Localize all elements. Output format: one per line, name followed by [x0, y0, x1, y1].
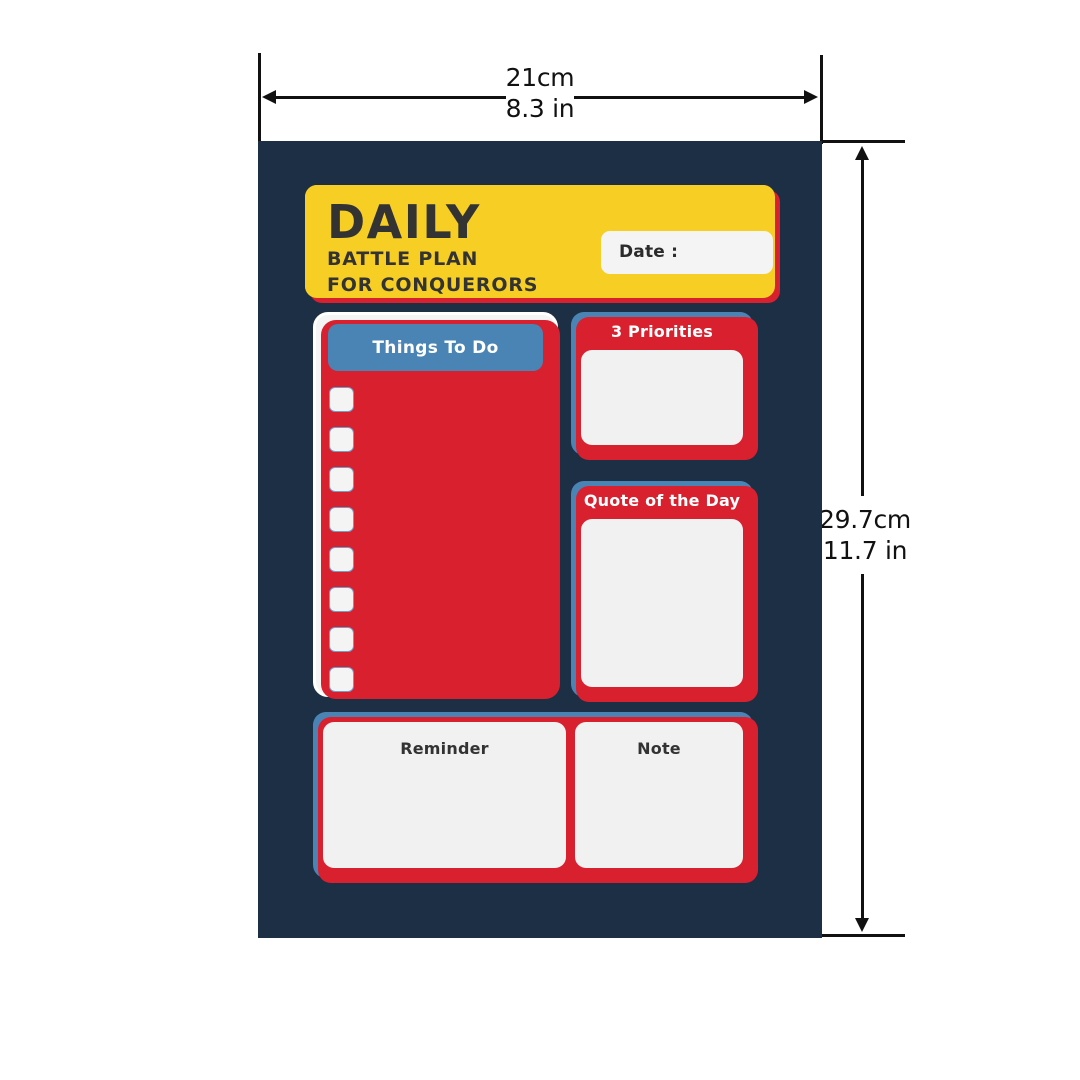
width-dimension-label: 21cm 8.3 in	[440, 62, 640, 124]
quote-of-the-day-card: Quote of the Day	[571, 481, 758, 702]
reminder-heading: Reminder	[400, 739, 489, 758]
quote-of-the-day-input[interactable]	[581, 519, 743, 687]
list-item[interactable]	[329, 539, 549, 579]
arrow-shaft-top	[861, 154, 864, 496]
checkbox-icon[interactable]	[329, 426, 354, 452]
reminder-input[interactable]: Reminder	[323, 722, 566, 868]
list-item[interactable]	[329, 659, 549, 699]
list-item[interactable]	[329, 379, 549, 419]
page-title-block: DAILY BATTLE PLAN FOR CONQUERORS	[327, 198, 538, 298]
quote-of-the-day-heading: Quote of the Day	[583, 491, 741, 510]
list-item[interactable]	[329, 459, 549, 499]
list-item[interactable]	[329, 419, 549, 459]
things-to-do-card: Things To Do	[313, 312, 560, 699]
list-item[interactable]	[329, 499, 549, 539]
priorities-input[interactable]	[581, 350, 743, 445]
reminder-note-container: Reminder Note	[313, 712, 758, 883]
list-item[interactable]	[329, 579, 549, 619]
arrow-head-down-icon	[855, 918, 869, 932]
dimension-extension-line-left	[258, 53, 261, 148]
header-banner: DAILY BATTLE PLAN FOR CONQUERORS Date :	[305, 185, 780, 303]
page-subtitle-1: BATTLE PLAN	[327, 248, 479, 270]
planner-page: DAILY BATTLE PLAN FOR CONQUERORS Date : …	[258, 141, 822, 938]
width-in-value: 8.3 in	[505, 94, 575, 123]
list-item[interactable]	[329, 619, 549, 659]
checkbox-icon[interactable]	[329, 546, 354, 572]
checkbox-icon[interactable]	[329, 626, 354, 652]
things-to-do-heading: Things To Do	[372, 337, 499, 358]
width-cm-value: 21cm	[505, 63, 575, 92]
note-heading: Note	[637, 739, 681, 758]
date-input[interactable]: Date :	[601, 231, 773, 274]
things-to-do-list	[329, 379, 549, 699]
header-banner-inner: DAILY BATTLE PLAN FOR CONQUERORS Date :	[305, 185, 775, 298]
priorities-card: 3 Priorities	[571, 312, 758, 460]
checkbox-icon[interactable]	[329, 466, 354, 492]
dimension-extension-line-right	[820, 55, 823, 144]
note-input[interactable]: Note	[575, 722, 743, 868]
dimension-extension-line-top	[820, 140, 905, 143]
priorities-heading: 3 Priorities	[610, 322, 714, 341]
checkbox-icon[interactable]	[329, 586, 354, 612]
arrow-shaft-bottom	[861, 574, 864, 924]
page-title: DAILY	[327, 195, 481, 249]
checkbox-icon[interactable]	[329, 386, 354, 412]
page-subtitle-2: FOR CONQUERORS	[327, 274, 539, 296]
arrow-head-right-icon	[804, 90, 818, 104]
checkbox-icon[interactable]	[329, 506, 354, 532]
checkbox-icon[interactable]	[329, 666, 354, 692]
things-to-do-heading-pill: Things To Do	[328, 324, 543, 371]
dimension-extension-line-bottom	[820, 934, 905, 937]
date-label: Date :	[619, 242, 679, 262]
